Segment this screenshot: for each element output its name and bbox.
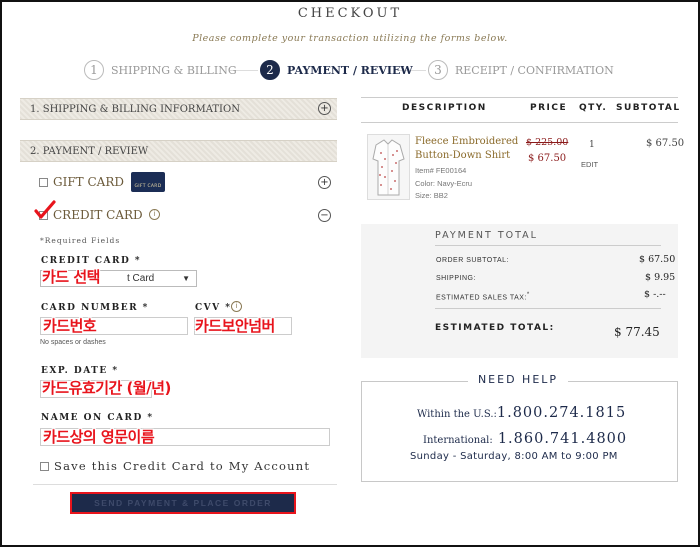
card-number-hint: No spaces or dashes [40,339,106,346]
product-thumbnail[interactable] [367,134,410,200]
page-subtitle: Please complete your transaction utilizi… [192,33,508,44]
panel-title: 1. SHIPPING & BILLING INFORMATION [30,103,240,115]
col-subtotal: SUBTOTAL [616,103,681,113]
save-card-option[interactable]: Save this Credit Card to My Account [40,459,310,473]
sales-tax-value: $ -.-- [644,289,666,300]
credit-card-label: CREDIT CARD [53,208,143,222]
us-phone-number[interactable]: 1.800.274.1815 [497,405,626,421]
intl-phone-number[interactable]: 1.860.741.4800 [498,431,627,447]
table-header-rule [361,122,678,123]
divider [435,308,661,309]
divider [33,484,337,485]
step-payment-review[interactable]: 2 PAYMENT / REVIEW [260,60,413,80]
payment-review-panel-header[interactable]: 2. PAYMENT / REVIEW [20,140,337,162]
card-number-label: CARD NUMBER * [41,303,149,313]
info-icon[interactable]: i [149,209,160,220]
original-price: $ 225.00 [526,137,569,148]
shipping-label: SHIPPING: [436,275,476,282]
annotation-exp-date: 카드유효기간 (월/년) [42,379,171,397]
product-meta: Item# FE00164 Color: Navy-Ecru Size: BB2 [415,165,472,203]
panel-title: 2. PAYMENT / REVIEW [30,145,149,157]
info-icon[interactable]: i [231,301,242,312]
sales-tax-label: ESTIMATED SALES TAX:* [436,292,530,302]
expand-plus-icon[interactable]: + [318,102,331,115]
save-card-label: Save this Credit Card to My Account [54,459,311,473]
annotation-card-select: 카드 선택 [42,268,100,286]
need-help-title: NEED HELP [468,373,568,386]
edit-link[interactable]: EDIT [581,160,598,169]
step-number: 1 [84,60,104,80]
expand-plus-icon[interactable]: + [318,176,331,189]
shirt-image [372,139,405,196]
shipping-value: $ 9.95 [645,272,676,283]
payment-total-title: PAYMENT TOTAL [435,230,538,241]
item-size: Size: BB2 [415,191,448,200]
cvv-label: CVV * [195,303,232,313]
item-subtotal: $ 67.50 [646,138,685,149]
shipping-billing-panel-header[interactable]: 1. SHIPPING & BILLING INFORMATION [20,98,337,120]
chevron-down-icon: ▼ [182,274,190,283]
item-number: Item# FE00164 [415,166,467,175]
step-number: 2 [260,60,280,80]
sale-price: $ 67.50 [528,153,567,164]
step-label: RECEIPT / CONFIRMATION [455,63,614,77]
product-name-link[interactable]: Fleece Embroidered Button-Down Shirt [415,135,518,163]
gift-card-label: GIFT CARD [53,175,124,189]
page-title: CHECKOUT [297,6,403,21]
intl-phone-line: International: 1.860.741.4800 [423,431,628,447]
divider [435,245,661,246]
gift-card-checkbox[interactable] [39,177,48,187]
step-number: 3 [428,60,448,80]
annotation-cvv: 카드보안넘버 [195,317,275,335]
step-shipping-billing[interactable]: 1 SHIPPING & BILLING [84,60,237,80]
col-description: DESCRIPTION [402,103,487,113]
annotation-name-on-card: 카드상의 영문이름 [43,428,155,446]
support-hours: Sunday - Saturday, 8:00 AM to 9:00 PM [410,451,618,462]
item-color: Color: Navy-Ecru [415,178,473,188]
required-fields-note: *Required Fields [40,236,121,245]
save-card-checkbox[interactable] [40,461,49,471]
credit-card-field-label: CREDIT CARD * [41,256,142,266]
order-subtotal-label: ORDER SUBTOTAL: [436,257,509,264]
red-check-mark-icon [34,200,56,219]
table-top-rule [361,97,678,98]
estimated-total-value: $ 77.45 [614,325,660,339]
step-label: SHIPPING & BILLING [111,63,237,77]
exp-date-label: EXP. DATE * [41,366,119,376]
annotation-card-number: 카드번호 [43,317,97,335]
item-quantity: 1 [589,140,595,150]
col-qty: QTY. [579,103,608,113]
gift-card-image: GIFT CARD [131,172,165,192]
name-on-card-label: NAME ON CARD * [41,413,154,423]
step-receipt-confirmation[interactable]: 3 RECEIPT / CONFIRMATION [428,60,614,80]
collapse-minus-icon[interactable]: − [318,209,331,222]
gift-card-option[interactable]: GIFT CARD [39,175,124,189]
us-phone-line: Within the U.S.:1.800.274.1815 [417,405,627,421]
step-label: PAYMENT / REVIEW [287,63,413,77]
estimated-total-label: ESTIMATED TOTAL: [435,323,555,333]
send-payment-button[interactable]: SEND PAYMENT & PLACE ORDER [70,492,296,514]
col-price: PRICE [530,103,568,113]
order-subtotal-value: $ 67.50 [639,254,676,265]
